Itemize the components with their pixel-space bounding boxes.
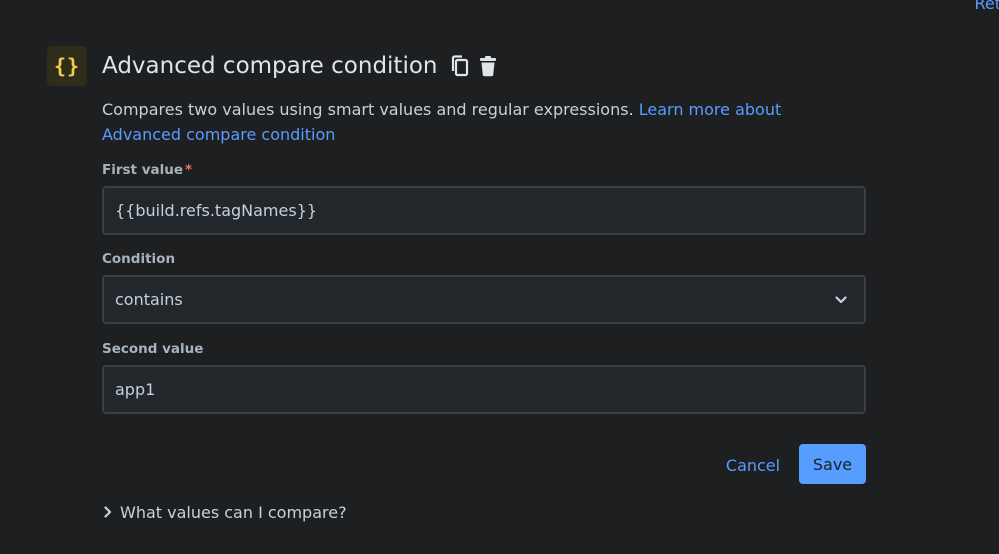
required-marker: * bbox=[185, 162, 193, 178]
first-value-field[interactable] bbox=[102, 186, 866, 235]
condition-header: {} Advanced compare condition bbox=[47, 46, 498, 86]
top-right-link[interactable]: Ret bbox=[974, 0, 999, 13]
second-value-label: Second value bbox=[102, 341, 204, 357]
page: Ret {} Advanced compare condition Compar… bbox=[0, 0, 999, 554]
chevron-right-icon bbox=[104, 503, 112, 522]
condition-label: Condition bbox=[102, 251, 176, 267]
page-title: Advanced compare condition bbox=[102, 53, 438, 79]
description-text: Compares two values using smart values a… bbox=[102, 100, 634, 119]
second-value-input[interactable] bbox=[115, 380, 853, 399]
first-value-input[interactable] bbox=[115, 201, 853, 220]
condition-select[interactable]: contains bbox=[102, 275, 866, 324]
chevron-down-icon bbox=[835, 295, 847, 304]
save-button[interactable]: Save bbox=[799, 444, 866, 484]
second-value-field[interactable] bbox=[102, 365, 866, 414]
first-value-label: First value * bbox=[102, 162, 192, 178]
what-values-expander[interactable]: What values can I compare? bbox=[104, 503, 347, 522]
expander-label: What values can I compare? bbox=[120, 503, 347, 522]
condition-selected-value: contains bbox=[115, 290, 183, 309]
first-value-label-text: First value bbox=[102, 162, 183, 178]
copy-icon[interactable] bbox=[450, 55, 470, 77]
curly-braces-icon: {} bbox=[47, 46, 87, 86]
trash-icon[interactable] bbox=[478, 55, 498, 77]
cancel-button[interactable]: Cancel bbox=[714, 445, 792, 485]
description: Compares two values using smart values a… bbox=[102, 97, 862, 147]
